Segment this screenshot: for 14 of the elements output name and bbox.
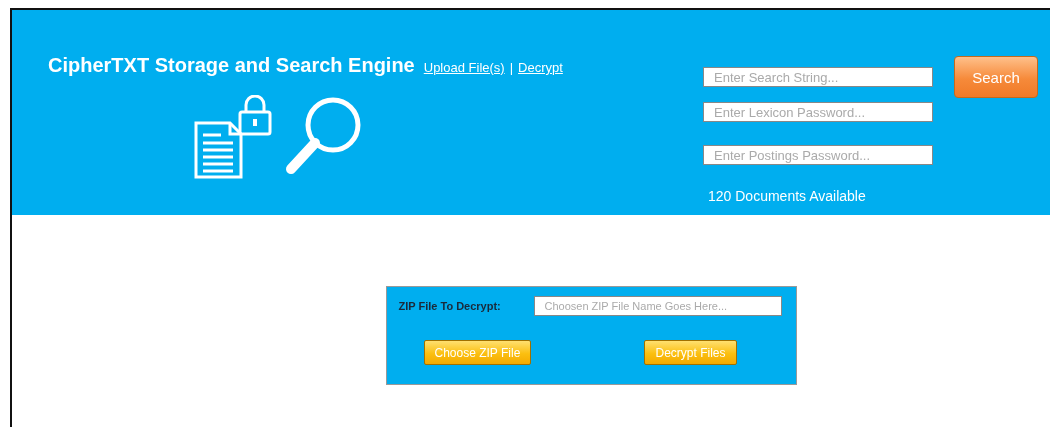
text-field[interactable]: Enter Lexicon Password...: [703, 102, 933, 122]
document-count: 120 Documents Available: [708, 188, 867, 204]
app-title: CipherTXT Storage and Search Engine: [48, 54, 415, 77]
locked-document-icon: [193, 95, 275, 179]
link-separator: |: [509, 60, 514, 75]
file-name-field[interactable]: Choosen ZIP File Name Goes Here...: [533, 296, 782, 316]
search-button[interactable]: Search: [954, 56, 1038, 98]
action-button[interactable]: Choose ZIP File: [423, 340, 532, 365]
nav-link[interactable]: Upload File(s): [423, 60, 505, 75]
text-field[interactable]: Enter Postings Password...: [703, 145, 933, 165]
field-label: ZIP File To Decrypt:: [398, 300, 501, 312]
text-field[interactable]: Enter Search String...: [703, 67, 933, 87]
action-button[interactable]: Decrypt Files: [644, 340, 737, 365]
nav-link[interactable]: Decrypt: [518, 60, 563, 75]
